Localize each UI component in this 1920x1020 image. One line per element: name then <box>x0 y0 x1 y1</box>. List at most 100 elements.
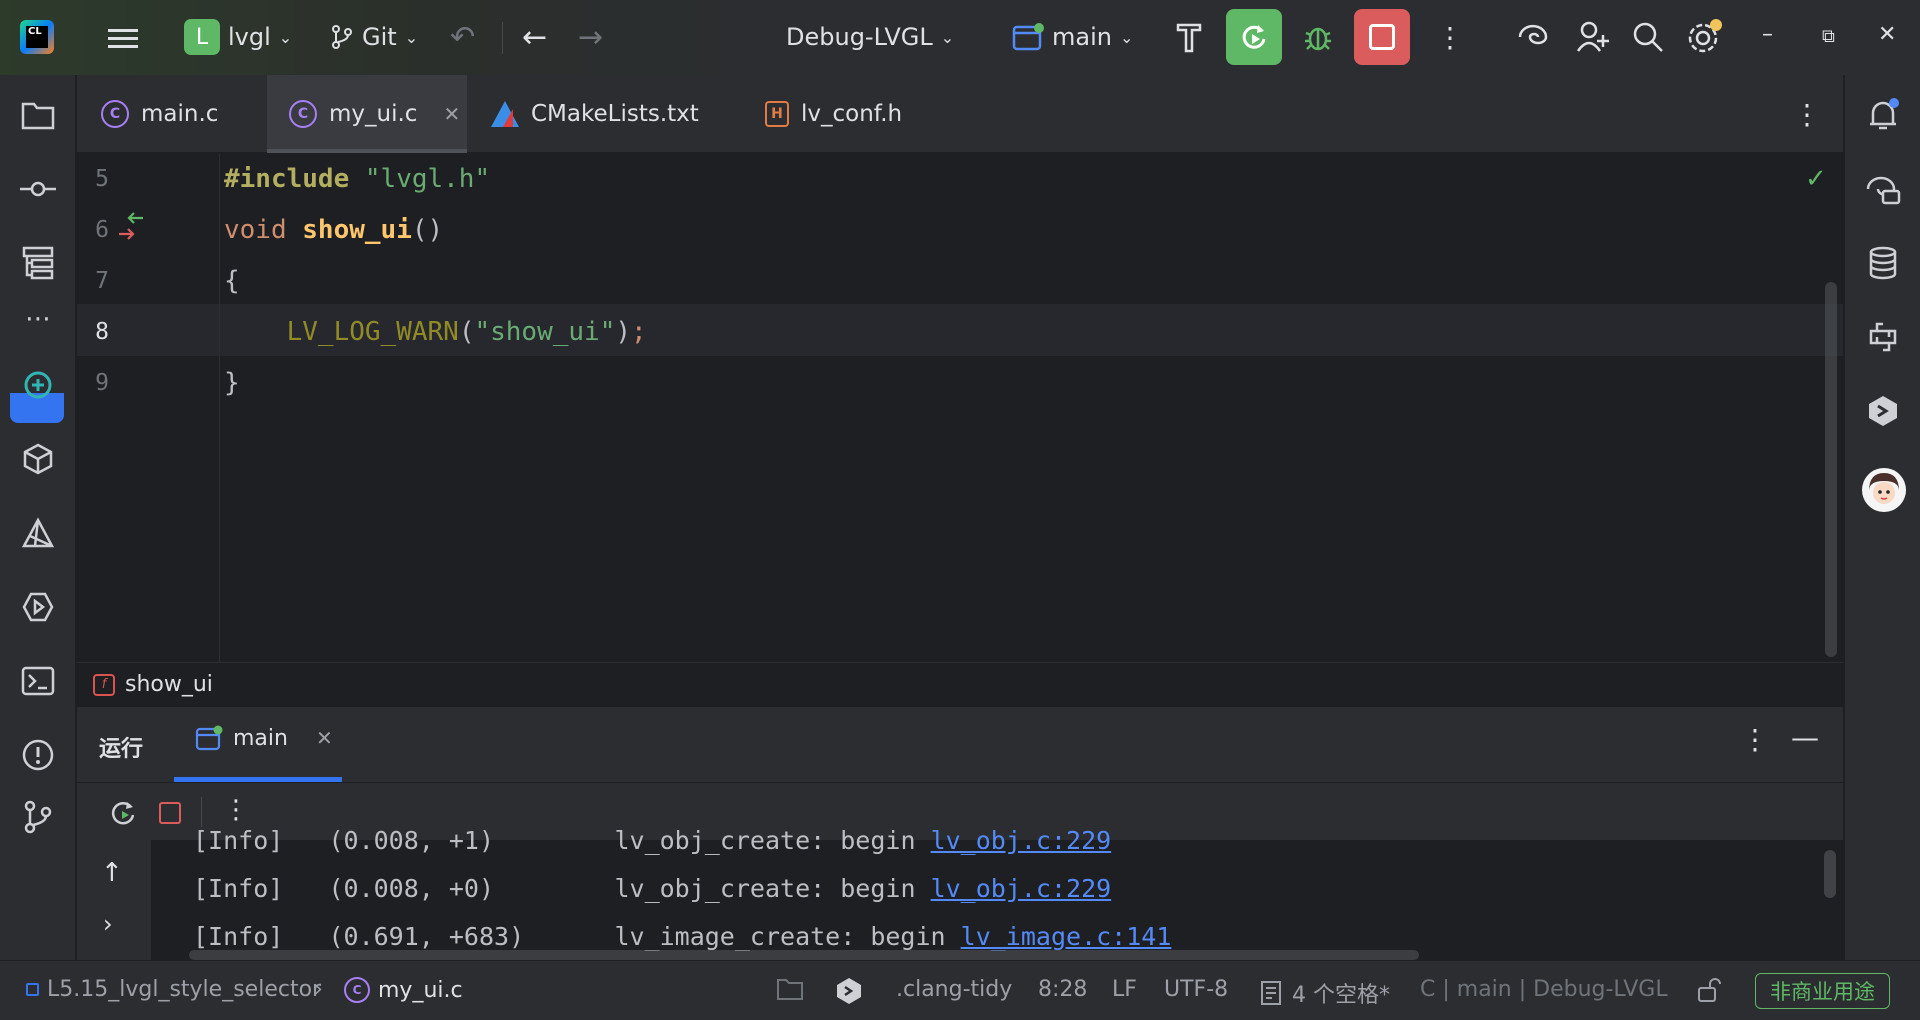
restore-window-icon[interactable]: ⧉ <box>1822 26 1835 47</box>
breadcrumb-function[interactable]: show_ui <box>125 672 213 697</box>
codewithme-icon[interactable] <box>836 977 862 1005</box>
expand-icon[interactable]: › <box>103 910 113 938</box>
run-header: 运行 main ✕ ⋮ — <box>77 707 1843 782</box>
chevron-down-icon: ⌄ <box>940 27 955 47</box>
undo-icon[interactable]: ↶ <box>450 12 475 62</box>
structure-icon[interactable] <box>18 243 58 283</box>
status-caret-position[interactable]: 8:28 <box>1038 977 1087 1002</box>
rerun-button[interactable] <box>1226 9 1282 65</box>
git-branch-tool-icon[interactable] <box>18 797 58 837</box>
status-indent[interactable]: 4 个空格* <box>1260 977 1390 1009</box>
navigate-declaration-icon[interactable] <box>117 210 147 244</box>
status-file[interactable]: C my_ui.c <box>344 977 463 1003</box>
status-context[interactable]: C | main | Debug-LVGL <box>1420 977 1668 1002</box>
code-line-8[interactable]: LV_LOG_WARN("show_ui"); <box>224 307 647 357</box>
editor-scrollbar[interactable] <box>1825 282 1837 657</box>
tab-lv-conf-h[interactable]: H lv_conf.h <box>765 75 945 153</box>
project-selector[interactable]: L lvgl ⌄ <box>184 12 292 62</box>
tab-cmakelists[interactable]: CMakeLists.txt <box>491 75 721 153</box>
build-hammer-icon[interactable] <box>1174 12 1204 62</box>
run-tab-label: main <box>233 725 288 751</box>
main-menu-icon[interactable] <box>108 24 140 54</box>
code-line-5[interactable]: #include "lvgl.h" <box>224 154 490 204</box>
more-tools-icon[interactable]: ⋯ <box>18 299 58 339</box>
unlock-icon[interactable] <box>1696 977 1722 1003</box>
log-source-link[interactable]: lv_obj.c:229 <box>931 874 1112 903</box>
chevron-down-icon: ⌄ <box>278 27 293 47</box>
vcs-label: Git <box>362 23 397 51</box>
project-name: lvgl <box>228 23 271 51</box>
license-badge[interactable]: 非商业用途 <box>1755 973 1890 1009</box>
status-project-path[interactable]: L5.15_lvgl_style_selector <box>26 977 321 1002</box>
close-tab-icon[interactable]: ✕ <box>316 726 333 750</box>
chevron-right-icon: › <box>314 977 323 1002</box>
folder-icon[interactable] <box>776 977 804 1001</box>
project-folder-icon[interactable] <box>18 95 58 135</box>
scroll-up-icon[interactable]: ↑ <box>101 858 123 888</box>
add-circle-icon[interactable] <box>18 365 58 405</box>
ai-chat-icon[interactable] <box>1863 169 1903 209</box>
add-user-icon[interactable] <box>1576 12 1610 62</box>
problems-icon[interactable] <box>18 735 58 775</box>
clion-logo-icon[interactable]: CL <box>20 20 54 54</box>
packages-icon[interactable] <box>18 439 58 479</box>
left-tool-stripe: ⋯ <box>0 75 76 960</box>
console-hscrollbar[interactable] <box>189 950 1419 960</box>
settings-gear-icon[interactable] <box>1686 12 1722 62</box>
back-icon[interactable]: ← <box>522 12 547 62</box>
right-tool-stripe <box>1844 75 1920 960</box>
log-source-link[interactable]: lv_image.c:141 <box>961 922 1172 951</box>
stop-icon <box>1369 24 1395 50</box>
code-line-6[interactable]: void show_ui() <box>224 205 443 255</box>
console-vscrollbar[interactable] <box>1824 850 1836 898</box>
run-tab-main[interactable]: main ✕ <box>195 725 333 751</box>
stop-button[interactable] <box>1354 9 1410 65</box>
cmake-tool-icon[interactable] <box>18 513 58 553</box>
chevron-down-icon: ⌄ <box>404 27 419 47</box>
close-tab-icon[interactable]: ✕ <box>443 102 460 126</box>
code-editor[interactable]: 5 6 7 8 9 #include "lvgl.h" void show_ui… <box>77 154 1843 662</box>
status-encoding[interactable]: UTF-8 <box>1164 977 1228 1002</box>
code-line-9[interactable]: } <box>224 358 240 408</box>
close-window-icon[interactable]: ✕ <box>1878 22 1896 47</box>
run-config-selector[interactable]: Debug-LVGL ⌄ <box>786 12 954 62</box>
database-icon[interactable] <box>1863 243 1903 283</box>
code-line-7[interactable]: { <box>224 256 240 306</box>
toolbar-more-icon[interactable]: ⋮ <box>223 795 249 825</box>
stop-icon[interactable] <box>159 802 181 824</box>
services-icon[interactable] <box>18 587 58 627</box>
more-actions-icon[interactable]: ⋮ <box>1436 12 1464 62</box>
status-inspector[interactable]: .clang-tidy <box>896 977 1012 1002</box>
line-number: 7 <box>95 268 109 294</box>
no-problems-check-icon[interactable]: ✓ <box>1805 164 1827 194</box>
target-selector[interactable]: main ⌄ <box>1012 12 1133 62</box>
terminal-icon[interactable] <box>18 661 58 701</box>
log-source-link[interactable]: lv_obj.c:229 <box>931 826 1112 855</box>
notifications-bell-icon[interactable] <box>1863 95 1903 135</box>
tabs-more-icon[interactable]: ⋮ <box>1793 75 1821 153</box>
ai-assistant-icon[interactable] <box>1516 12 1550 62</box>
user-avatar[interactable] <box>1861 467 1907 513</box>
debug-bug-icon[interactable] <box>1302 12 1334 62</box>
rerun-icon[interactable] <box>109 799 139 829</box>
commit-icon[interactable] <box>18 169 58 209</box>
tab-label: my_ui.c <box>329 101 418 127</box>
console-output[interactable]: ↑ › [Info] (0.008, +1) lv_obj_create: be… <box>77 826 1843 961</box>
indent-doc-icon <box>1261 981 1281 1005</box>
target-label: main <box>1052 23 1112 51</box>
search-icon[interactable] <box>1632 12 1664 62</box>
function-icon: f <box>93 673 115 696</box>
codewithme-icon[interactable] <box>1863 391 1903 431</box>
vcs-widget[interactable]: Git ⌄ <box>330 12 418 62</box>
h-file-icon: H <box>765 101 789 127</box>
tab-main-c[interactable]: C main.c <box>101 75 281 153</box>
run-more-icon[interactable]: ⋮ <box>1741 723 1769 756</box>
python-icon[interactable] <box>1863 317 1903 357</box>
minimize-window-icon[interactable]: – <box>1762 22 1773 47</box>
tab-my-ui-c[interactable]: C my_ui.c ✕ <box>267 75 467 153</box>
chevron-down-icon: ⌄ <box>1119 27 1134 47</box>
title-bar: CL L lvgl ⌄ Git ⌄ ↶ ← → Debug-LVGL ⌄ mai… <box>0 0 1920 75</box>
hide-panel-icon[interactable]: — <box>1791 721 1819 754</box>
status-line-separator[interactable]: LF <box>1112 977 1137 1002</box>
forward-icon[interactable]: → <box>578 12 603 62</box>
